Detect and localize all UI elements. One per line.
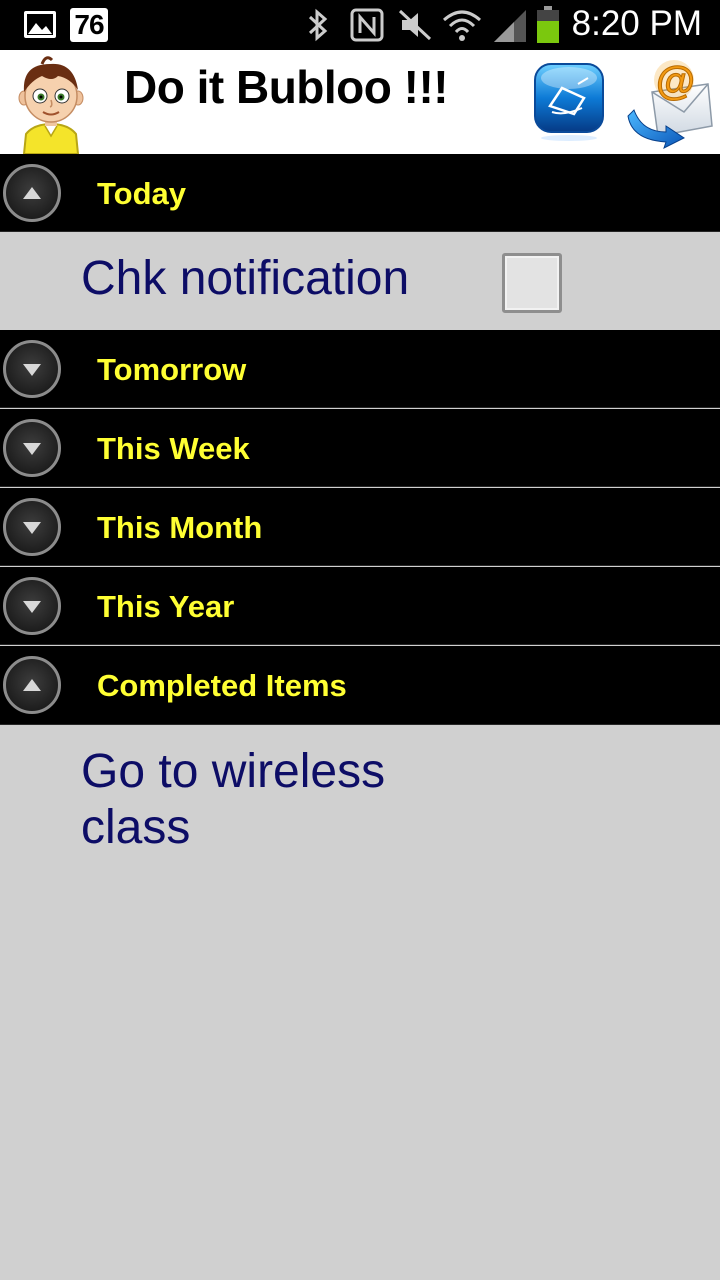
status-bar: 76 8:20 PM <box>0 0 720 50</box>
group-this-week[interactable]: This Week <box>0 409 720 487</box>
completed-task-text[interactable]: Go to wireless class <box>81 744 441 856</box>
signal-icon <box>494 10 526 42</box>
clock: 8:20 PM <box>571 4 702 43</box>
task-text: Chk notification <box>81 252 410 305</box>
battery-icon <box>537 6 559 43</box>
email-icon: @ <box>627 59 713 149</box>
collapse-indicator-icon <box>3 656 61 714</box>
group-completed-items[interactable]: Completed Items <box>0 646 720 725</box>
group-today[interactable]: Today <box>0 154 720 232</box>
notepad-button[interactable] <box>532 58 606 142</box>
wifi-icon <box>443 10 481 41</box>
list-item[interactable]: Chk notification <box>0 233 720 329</box>
group-label: This Week <box>97 431 250 466</box>
gallery-icon <box>24 11 56 38</box>
email-button[interactable]: @ <box>622 54 716 150</box>
expand-indicator-icon <box>3 577 61 635</box>
task-checkbox[interactable] <box>502 253 562 313</box>
expand-indicator-icon <box>3 340 61 398</box>
boy-avatar-icon <box>18 56 84 154</box>
mute-icon <box>398 9 432 41</box>
bluetooth-icon <box>308 8 328 42</box>
app-title: Do it Bubloo !!! <box>124 61 449 113</box>
nfc-icon <box>350 8 384 42</box>
group-this-month[interactable]: This Month <box>0 488 720 566</box>
expand-indicator-icon <box>3 498 61 556</box>
group-label: Completed Items <box>97 668 347 703</box>
group-label: Today <box>97 176 186 211</box>
svg-text:@: @ <box>656 59 695 103</box>
group-label: This Year <box>97 589 235 624</box>
notification-count-badge: 76 <box>70 8 108 42</box>
collapse-indicator-icon <box>3 164 61 222</box>
expand-indicator-icon <box>3 419 61 477</box>
group-label: Tomorrow <box>97 352 247 387</box>
group-this-year[interactable]: This Year <box>0 567 720 645</box>
group-label: This Month <box>97 510 263 545</box>
group-tomorrow[interactable]: Tomorrow <box>0 330 720 408</box>
